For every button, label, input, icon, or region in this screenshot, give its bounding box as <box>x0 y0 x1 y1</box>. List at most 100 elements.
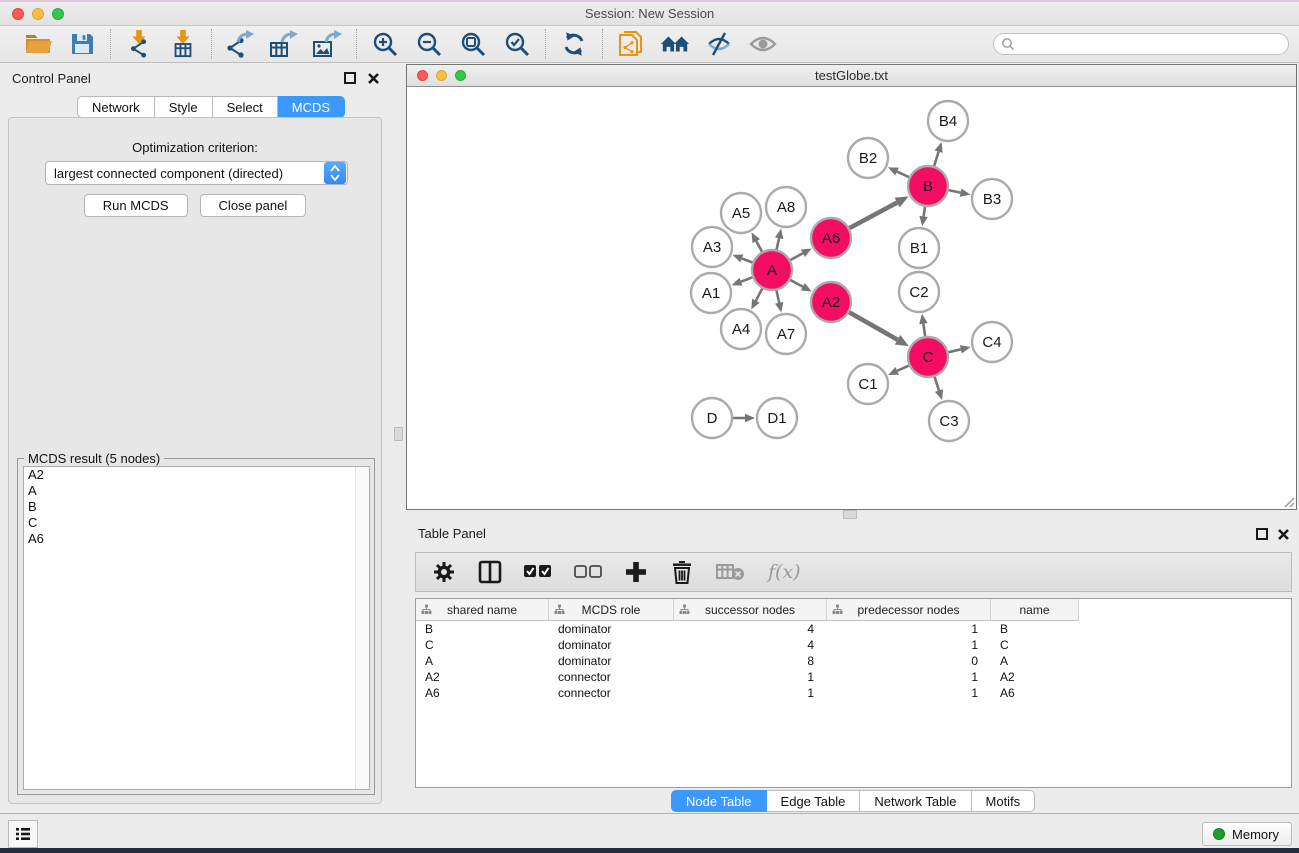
cell-predecessor-nodes[interactable]: 1 <box>827 686 991 700</box>
close-window-icon[interactable] <box>12 8 24 20</box>
deselect-all-checkboxes-icon[interactable] <box>574 559 602 585</box>
graph-node-D[interactable]: D <box>692 398 732 438</box>
close-panel-icon[interactable] <box>367 72 380 85</box>
column-header-name[interactable]: name <box>991 599 1079 621</box>
graph-node-C4[interactable]: C4 <box>972 322 1012 362</box>
cell-shared-name[interactable]: C <box>416 638 549 652</box>
function-icon[interactable]: f(x) <box>768 559 801 585</box>
close-table-panel-icon[interactable] <box>1277 528 1290 541</box>
tab-mcds[interactable]: MCDS <box>278 96 345 118</box>
optimization-criterion-select[interactable]: largest connected component (directed) <box>45 161 348 185</box>
add-column-icon[interactable] <box>624 559 648 585</box>
toggle-graphics-icon[interactable] <box>704 29 734 59</box>
table-row[interactable]: Bdominator41B <box>416 621 1291 637</box>
resize-grip-icon[interactable] <box>1281 494 1295 508</box>
graph-node-A1[interactable]: A1 <box>691 273 731 313</box>
tab-select[interactable]: Select <box>213 96 278 118</box>
result-item[interactable]: A6 <box>24 531 369 547</box>
delete-column-icon[interactable] <box>670 559 694 585</box>
network-window-titlebar[interactable]: testGlobe.txt <box>407 65 1296 87</box>
delete-table-icon[interactable] <box>716 559 746 585</box>
cell-MCDS-role[interactable]: dominator <box>549 638 674 652</box>
cell-name[interactable]: A6 <box>991 686 1079 700</box>
tab-network[interactable]: Network <box>77 96 155 118</box>
search-input[interactable] <box>993 33 1289 55</box>
tab-motifs[interactable]: Motifs <box>972 790 1036 812</box>
cell-MCDS-role[interactable]: connector <box>549 686 674 700</box>
export-network-icon[interactable] <box>225 29 255 59</box>
cell-predecessor-nodes[interactable]: 1 <box>827 622 991 636</box>
cell-shared-name[interactable]: A <box>416 654 549 668</box>
cell-MCDS-role[interactable]: dominator <box>549 622 674 636</box>
cell-name[interactable]: A2 <box>991 670 1079 684</box>
eye-icon[interactable] <box>748 29 778 59</box>
zoom-out-icon[interactable] <box>414 29 444 59</box>
maximize-network-window-icon[interactable] <box>455 70 466 81</box>
column-header-predecessor-nodes[interactable]: predecessor nodes <box>827 599 991 621</box>
cell-name[interactable]: C <box>991 638 1079 652</box>
tab-edge-table[interactable]: Edge Table <box>767 790 861 812</box>
cell-shared-name[interactable]: A6 <box>416 686 549 700</box>
node-table[interactable]: shared nameMCDS rolesuccessor nodesprede… <box>415 598 1292 788</box>
open-session-icon[interactable] <box>23 29 53 59</box>
tab-style[interactable]: Style <box>155 96 213 118</box>
graph-node-A7[interactable]: A7 <box>766 314 806 354</box>
select-all-checkboxes-icon[interactable] <box>524 559 552 585</box>
save-session-icon[interactable] <box>67 29 97 59</box>
table-row[interactable]: Adominator80A <box>416 653 1291 669</box>
result-item[interactable]: A <box>24 483 369 499</box>
result-item[interactable]: C <box>24 515 369 531</box>
network-canvas[interactable]: B4B2BB3A8A5A6A3B1AC2A1A2A4A7C4CC1C3DD1 <box>407 87 1296 509</box>
column-header-shared-name[interactable]: shared name <box>416 599 549 621</box>
cell-successor-nodes[interactable]: 1 <box>674 670 827 684</box>
document-network-icon[interactable] <box>616 29 646 59</box>
gear-icon[interactable] <box>432 559 456 585</box>
home-icon[interactable] <box>660 29 690 59</box>
cell-MCDS-role[interactable]: dominator <box>549 654 674 668</box>
vertical-splitter[interactable] <box>390 63 406 813</box>
graph-node-A4[interactable]: A4 <box>721 309 761 349</box>
run-mcds-button[interactable]: Run MCDS <box>84 194 188 217</box>
tab-network-table[interactable]: Network Table <box>860 790 971 812</box>
result-item[interactable]: B <box>24 499 369 515</box>
graph-node-A2[interactable]: A2 <box>811 282 851 322</box>
import-network-icon[interactable] <box>124 29 154 59</box>
graph-node-B[interactable]: B <box>908 166 948 206</box>
graph-node-D1[interactable]: D1 <box>757 398 797 438</box>
cell-successor-nodes[interactable]: 4 <box>674 638 827 652</box>
tab-node-table[interactable]: Node Table <box>671 790 767 812</box>
cell-successor-nodes[interactable]: 1 <box>674 686 827 700</box>
zoom-selected-icon[interactable] <box>502 29 532 59</box>
graph-node-C1[interactable]: C1 <box>848 364 888 404</box>
graph-node-A8[interactable]: A8 <box>766 187 806 227</box>
memory-button[interactable]: Memory <box>1202 822 1292 846</box>
graph-node-C3[interactable]: C3 <box>929 401 969 441</box>
minimize-window-icon[interactable] <box>32 8 44 20</box>
mcds-result-list[interactable]: A2ABCA6 <box>23 466 370 790</box>
task-history-button[interactable] <box>8 820 38 848</box>
scrollbar[interactable] <box>355 467 369 789</box>
cell-predecessor-nodes[interactable]: 0 <box>827 654 991 668</box>
table-row[interactable]: Cdominator41C <box>416 637 1291 653</box>
cell-successor-nodes[interactable]: 4 <box>674 622 827 636</box>
graph-node-C2[interactable]: C2 <box>899 272 939 312</box>
graph-node-A5[interactable]: A5 <box>721 193 761 233</box>
column-header-MCDS-role[interactable]: MCDS role <box>549 599 674 621</box>
export-table-icon[interactable] <box>269 29 299 59</box>
close-panel-button[interactable]: Close panel <box>200 194 307 217</box>
cell-name[interactable]: B <box>991 622 1079 636</box>
zoom-in-icon[interactable] <box>370 29 400 59</box>
import-table-icon[interactable] <box>168 29 198 59</box>
cell-name[interactable]: A <box>991 654 1079 668</box>
column-header-successor-nodes[interactable]: successor nodes <box>674 599 827 621</box>
split-columns-icon[interactable] <box>478 559 502 585</box>
horizontal-splitter-handle[interactable] <box>843 510 857 519</box>
main-titlebar[interactable]: Session: New Session <box>0 2 1299 26</box>
refresh-icon[interactable] <box>559 29 589 59</box>
cell-predecessor-nodes[interactable]: 1 <box>827 670 991 684</box>
result-item[interactable]: A2 <box>24 467 369 483</box>
cell-MCDS-role[interactable]: connector <box>549 670 674 684</box>
maximize-window-icon[interactable] <box>52 8 64 20</box>
cell-shared-name[interactable]: A2 <box>416 670 549 684</box>
graph-node-A6[interactable]: A6 <box>811 218 851 258</box>
